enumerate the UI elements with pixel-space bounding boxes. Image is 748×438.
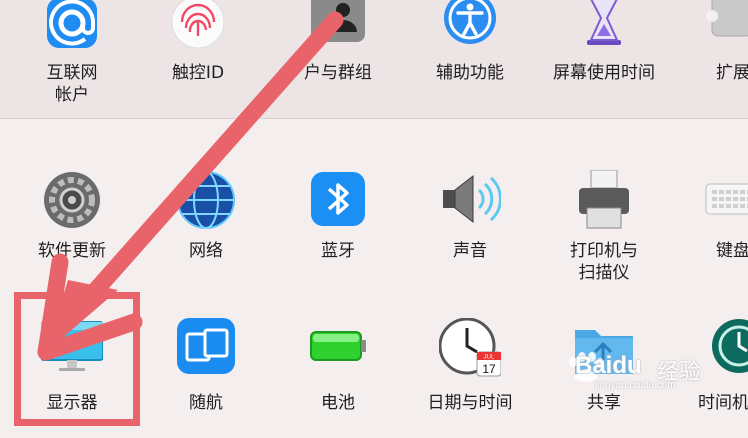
baidu-watermark: Baidu 经验 jingyan.baidu.com [565, 350, 735, 391]
watermark-brand: Baidu [575, 352, 642, 379]
highlight-box-displays [14, 292, 140, 426]
watermark-url: jingyan.baidu.com [595, 380, 676, 391]
